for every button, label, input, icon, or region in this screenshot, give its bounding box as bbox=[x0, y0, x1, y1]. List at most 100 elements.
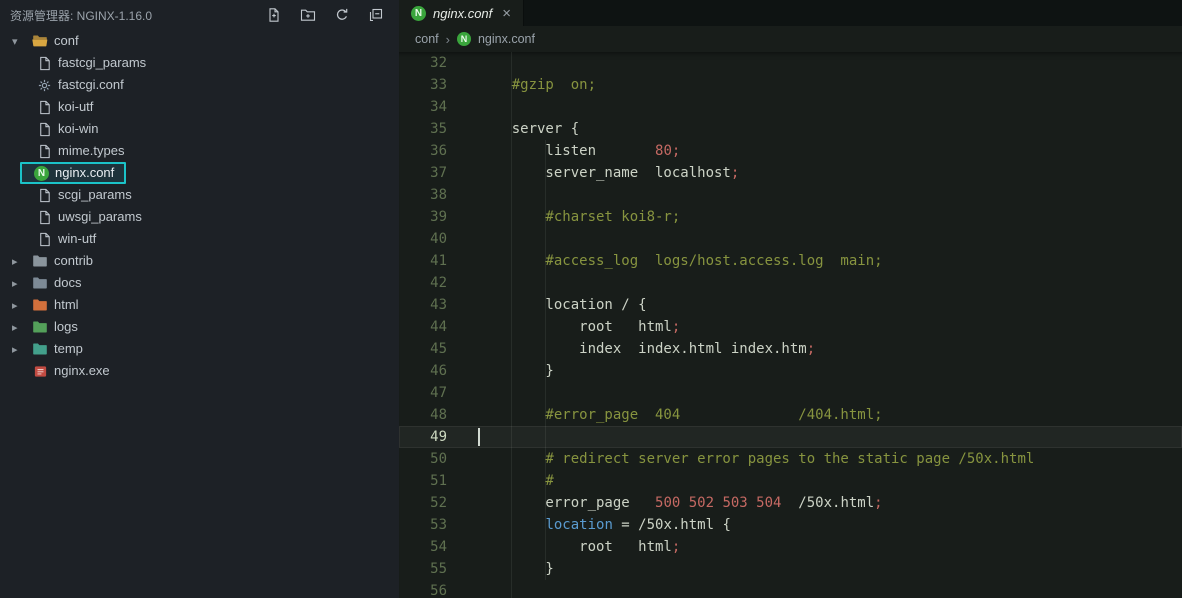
code-text: #gzip on; bbox=[478, 77, 597, 93]
gear-icon bbox=[36, 77, 52, 93]
line-number: 40 bbox=[430, 231, 447, 247]
tree-item-fastcgi-params[interactable]: fastcgi_params bbox=[0, 52, 399, 74]
code-line-54[interactable]: 54 root html; bbox=[399, 536, 1182, 558]
code-line-42[interactable]: 42 bbox=[399, 272, 1182, 294]
new-folder-button[interactable] bbox=[299, 6, 317, 24]
code-line-50[interactable]: 50 # redirect server error pages to the … bbox=[399, 448, 1182, 470]
tab-bar: N nginx.conf × bbox=[399, 0, 1182, 26]
code-line-35[interactable]: 35 server { bbox=[399, 118, 1182, 140]
line-number: 39 bbox=[430, 209, 447, 225]
code-line-55[interactable]: 55 } bbox=[399, 558, 1182, 580]
code-text: root html; bbox=[478, 539, 681, 555]
breadcrumb-item-conf[interactable]: conf bbox=[415, 32, 439, 46]
code-line-48[interactable]: 48 #error_page 404 /404.html; bbox=[399, 404, 1182, 426]
line-number: 51 bbox=[430, 473, 447, 489]
code-line-41[interactable]: 41 #access_log logs/host.access.log main… bbox=[399, 250, 1182, 272]
tree-item-label: scgi_params bbox=[58, 187, 132, 202]
code-line-34[interactable]: 34 bbox=[399, 96, 1182, 118]
tree-item-html[interactable]: ▸ html bbox=[0, 294, 399, 316]
code-line-53[interactable]: 53 location = /50x.html { bbox=[399, 514, 1182, 536]
line-number: 32 bbox=[430, 55, 447, 71]
refresh-icon bbox=[336, 8, 348, 20]
line-number: 56 bbox=[430, 583, 447, 598]
tree-item-label: docs bbox=[54, 275, 82, 290]
tree-item-label: win-utf bbox=[58, 231, 97, 246]
tree-item-fastcgi-conf[interactable]: fastcgi.conf bbox=[0, 74, 399, 96]
item-box: scgi_params bbox=[34, 184, 142, 206]
tree-item-docs[interactable]: ▸ docs bbox=[0, 272, 399, 294]
tree-item-koi-utf[interactable]: koi-utf bbox=[0, 96, 399, 118]
explorer-sidebar: 资源管理器: NGINX-1.16.0 ▾ conf fastcgi_params f… bbox=[0, 0, 399, 598]
code-line-52[interactable]: 52 error_page 500 502 503 504 /50x.html; bbox=[399, 492, 1182, 514]
code-line-33[interactable]: 33 #gzip on; bbox=[399, 74, 1182, 96]
tree-item-scgi-params[interactable]: scgi_params bbox=[0, 184, 399, 206]
file-icon bbox=[36, 121, 52, 137]
refresh-button[interactable] bbox=[333, 6, 351, 24]
code-text: location = /50x.html { bbox=[545, 517, 731, 533]
code-line-56[interactable]: 56 bbox=[399, 580, 1182, 598]
code-line-47[interactable]: 47 bbox=[399, 382, 1182, 404]
tree-item-conf[interactable]: ▾ conf bbox=[0, 30, 399, 52]
code-line-44[interactable]: 44 root html; bbox=[399, 316, 1182, 338]
tree-item-nginx-exe[interactable]: nginx.exe bbox=[0, 360, 399, 382]
line-number: 43 bbox=[430, 297, 447, 313]
code-line-51[interactable]: 51 # bbox=[399, 470, 1182, 492]
code-line-38[interactable]: 38 bbox=[399, 184, 1182, 206]
tree-item-temp[interactable]: ▸ temp bbox=[0, 338, 399, 360]
code-line-40[interactable]: 40 bbox=[399, 228, 1182, 250]
explorer-header: 资源管理器: NGINX-1.16.0 bbox=[0, 0, 399, 30]
tree-item-logs[interactable]: ▸ logs bbox=[0, 316, 399, 338]
selected-item-box: Nnginx.conf bbox=[20, 162, 127, 184]
text-cursor bbox=[478, 428, 480, 446]
line-number: 55 bbox=[430, 561, 447, 577]
tree-item-nginx-conf[interactable]: Nnginx.conf bbox=[0, 162, 399, 184]
tree-item-uwsgi-params[interactable]: uwsgi_params bbox=[0, 206, 399, 228]
file-icon bbox=[36, 187, 52, 203]
chevron-right-icon: ▸ bbox=[12, 299, 18, 312]
tab-nginx-conf[interactable]: N nginx.conf × bbox=[399, 0, 525, 26]
chevron-right-icon: ▸ bbox=[12, 255, 18, 268]
file-icon bbox=[36, 231, 52, 247]
item-box: html bbox=[30, 294, 89, 316]
folder-icon bbox=[32, 341, 48, 357]
code-line-36[interactable]: 36 listen 80; bbox=[399, 140, 1182, 162]
item-box: logs bbox=[30, 316, 88, 338]
tree-item-contrib[interactable]: ▸ contrib bbox=[0, 250, 399, 272]
chevron-right-icon: ▸ bbox=[12, 343, 18, 356]
tree-item-mime-types[interactable]: mime.types bbox=[0, 140, 399, 162]
tree-item-koi-win[interactable]: koi-win bbox=[0, 118, 399, 140]
folder-open-icon bbox=[32, 33, 48, 49]
tree-item-win-utf[interactable]: win-utf bbox=[0, 228, 399, 250]
code-text: error_page 500 502 503 504 /50x.html; bbox=[478, 495, 883, 511]
close-icon[interactable]: × bbox=[502, 6, 511, 21]
item-box: win-utf bbox=[34, 228, 106, 250]
editor[interactable]: 32 33 #gzip on; 34 35 server {36 listen 80;… bbox=[399, 52, 1182, 598]
code-text: } bbox=[478, 363, 554, 379]
breadcrumb-item-nginx-conf[interactable]: nginx.conf bbox=[478, 32, 535, 46]
code-line-43[interactable]: 43 location / { bbox=[399, 294, 1182, 316]
code-line-49[interactable]: 49 bbox=[399, 426, 1182, 448]
explorer-title: 资源管理器: NGINX-1.16.0 bbox=[10, 8, 153, 23]
collapse-all-button[interactable] bbox=[367, 6, 385, 24]
new-file-button[interactable] bbox=[265, 6, 283, 24]
folder-icon bbox=[32, 319, 48, 335]
line-number: 42 bbox=[430, 275, 447, 291]
folder-icon bbox=[32, 297, 48, 313]
folder-icon bbox=[32, 275, 48, 291]
code-line-45[interactable]: 45 index index.html index.htm; bbox=[399, 338, 1182, 360]
code-text: listen 80; bbox=[478, 143, 681, 159]
file-icon bbox=[36, 143, 52, 159]
line-number: 44 bbox=[430, 319, 447, 335]
tree-item-label: nginx.exe bbox=[54, 363, 110, 378]
code-line-32[interactable]: 32 bbox=[399, 52, 1182, 74]
vscode-window: 资源管理器: NGINX-1.16.0 ▾ conf fastcgi_params f… bbox=[0, 0, 1182, 598]
code-line-37[interactable]: 37 server_name localhost; bbox=[399, 162, 1182, 184]
code-text: #error_page 404 /404.html; bbox=[478, 407, 883, 423]
editor-region: N nginx.conf × conf › N nginx.conf 32 33 … bbox=[399, 0, 1182, 598]
code-line-46[interactable]: 46 } bbox=[399, 360, 1182, 382]
code-line-39[interactable]: 39 #charset koi8-r; bbox=[399, 206, 1182, 228]
code-text: # bbox=[478, 473, 554, 489]
